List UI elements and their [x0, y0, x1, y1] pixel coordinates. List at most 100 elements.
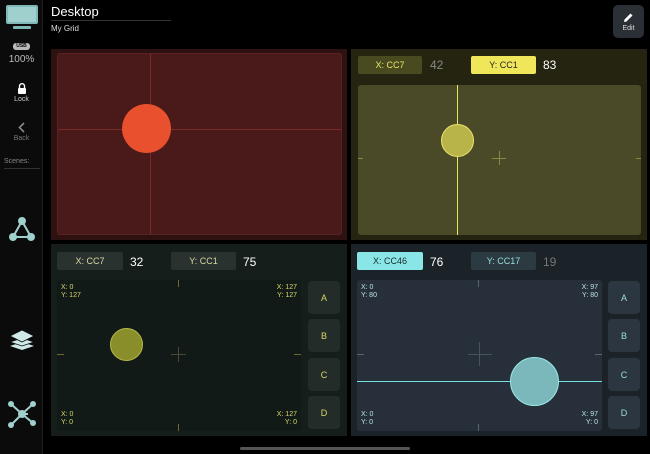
x-cc-value: 42: [430, 58, 444, 72]
center-mark-v: [178, 347, 179, 362]
corner-label-bottom-right: X: 127 Y: 0: [277, 411, 297, 427]
y-cc-value: 19: [543, 255, 557, 269]
divider: [4, 168, 40, 169]
crosshair-horizontal: [58, 129, 341, 130]
network-hub-icon: [7, 401, 36, 428]
zoom-level: 100%: [8, 54, 35, 65]
tick-right: [636, 158, 641, 159]
corner-y: Y: 0: [284, 419, 297, 426]
center-mark-h: [468, 354, 492, 355]
home-indicator[interactable]: [240, 447, 410, 450]
tick-left: [357, 354, 364, 355]
edit-label: Edit: [622, 24, 635, 32]
lock-button[interactable]: Lock: [0, 83, 43, 103]
pad-button-a[interactable]: A: [308, 281, 340, 314]
pad-button-b[interactable]: B: [608, 319, 640, 352]
corner-x: X: 0: [361, 284, 374, 291]
y-cc-tag[interactable]: Y: CC1: [171, 252, 236, 270]
xy-handle[interactable]: [510, 357, 559, 406]
back-label: Back: [13, 135, 30, 142]
xy-handle[interactable]: [110, 328, 143, 361]
usb-status: USB 100%: [0, 43, 43, 65]
pad-button-b[interactable]: B: [308, 319, 340, 352]
corner-y: Y: 0: [585, 419, 598, 426]
xy-pad-area[interactable]: [358, 85, 641, 235]
tick-right: [595, 354, 602, 355]
header: Desktop My Grid Edit: [43, 0, 650, 46]
tick-left: [57, 354, 64, 355]
grid-name: My Grid: [51, 24, 79, 33]
page-title: Desktop: [51, 4, 99, 19]
usb-badge: USB: [13, 43, 30, 50]
corner-label-top-right: X: 97 Y: 80: [582, 284, 598, 300]
crosshair-horizontal: [357, 381, 602, 382]
network-triangle-icon: [8, 217, 35, 241]
xy-pad-panel-2: X: CC7 42 Y: CC1 83: [351, 49, 647, 240]
crosshair-vertical: [457, 85, 458, 235]
pencil-icon: [624, 13, 633, 22]
xy-pad-panel-3: X: CC7 32 Y: CC1 75 X: 0 Y: 127 X: 127 Y…: [51, 244, 347, 436]
lock-icon: [17, 83, 26, 94]
edit-button[interactable]: Edit: [613, 5, 644, 38]
tick-right: [294, 354, 301, 355]
desktop-monitor-icon: [5, 5, 38, 29]
corner-y: Y: 127: [61, 292, 81, 299]
tick-bottom: [478, 424, 479, 431]
corner-x: X: 97: [581, 411, 598, 418]
xy-pad-panel-1: [51, 49, 347, 240]
center-mark-v: [499, 151, 500, 165]
xy-handle[interactable]: [122, 104, 171, 153]
pad-button-c[interactable]: C: [608, 358, 640, 391]
corner-label-top-right: X: 127 Y: 127: [277, 284, 297, 300]
scene-network-button[interactable]: [0, 215, 43, 243]
xy-pad-area[interactable]: X: 0 Y: 80 X: 97 Y: 80 X: 0 Y: 0 X: 97 Y…: [357, 280, 602, 431]
y-cc-value: 75: [243, 255, 257, 269]
pad-button-d[interactable]: D: [608, 396, 640, 429]
corner-x: X: 0: [361, 411, 374, 418]
corner-y: Y: 0: [361, 419, 374, 426]
x-cc-tag[interactable]: X: CC46: [357, 252, 423, 270]
scene-hub-button[interactable]: [0, 398, 43, 430]
corner-label-bottom-left: X: 0 Y: 0: [61, 411, 73, 427]
corner-y: Y: 127: [277, 292, 297, 299]
lock-label: Lock: [14, 96, 29, 103]
y-cc-value: 83: [543, 58, 557, 72]
scenes-label: Scenes:: [4, 158, 30, 165]
corner-y: Y: 80: [361, 292, 377, 299]
y-cc-tag[interactable]: Y: CC1: [471, 56, 536, 74]
chevron-left-icon: [17, 122, 25, 133]
corner-x: X: 97: [581, 284, 598, 291]
corner-x: X: 0: [61, 284, 74, 291]
xy-pad-area[interactable]: [57, 53, 342, 235]
corner-y: Y: 80: [582, 292, 598, 299]
pad-button-d[interactable]: D: [308, 396, 340, 429]
x-cc-tag[interactable]: X: CC7: [57, 252, 123, 270]
tick-top: [478, 280, 479, 287]
layers-icon: [8, 329, 35, 350]
sidebar: USB 100% Lock Back Scenes:: [0, 0, 43, 454]
xy-handle[interactable]: [441, 124, 474, 157]
center-mark-v: [479, 342, 480, 366]
x-cc-tag[interactable]: X: CC7: [358, 56, 422, 74]
title-divider: [51, 20, 171, 21]
corner-label-bottom-left: X: 0 Y: 0: [361, 411, 373, 427]
x-cc-value: 76: [430, 255, 444, 269]
x-cc-value: 32: [130, 255, 144, 269]
corner-label-bottom-right: X: 97 Y: 0: [582, 411, 598, 427]
desktop-button[interactable]: [0, 4, 43, 30]
tick-bottom: [178, 424, 179, 431]
y-cc-tag[interactable]: Y: CC17: [471, 252, 536, 270]
back-button[interactable]: Back: [0, 122, 43, 142]
scene-layers-button[interactable]: [0, 328, 43, 352]
xy-pad-panel-4: X: CC46 76 Y: CC17 19 X: 0 Y: 80 X: 97 Y…: [351, 244, 647, 436]
pad-button-a[interactable]: A: [608, 281, 640, 314]
corner-label-top-left: X: 0 Y: 127: [61, 284, 81, 300]
corner-y: Y: 0: [61, 419, 74, 426]
corner-x: X: 127: [276, 411, 297, 418]
tick-top: [178, 280, 179, 287]
tick-left: [358, 158, 363, 159]
xy-pad-area[interactable]: X: 0 Y: 127 X: 127 Y: 127 X: 0 Y: 0 X: 1…: [57, 280, 301, 431]
pad-button-c[interactable]: C: [308, 358, 340, 391]
corner-x: X: 0: [61, 411, 74, 418]
corner-label-top-left: X: 0 Y: 80: [361, 284, 377, 300]
